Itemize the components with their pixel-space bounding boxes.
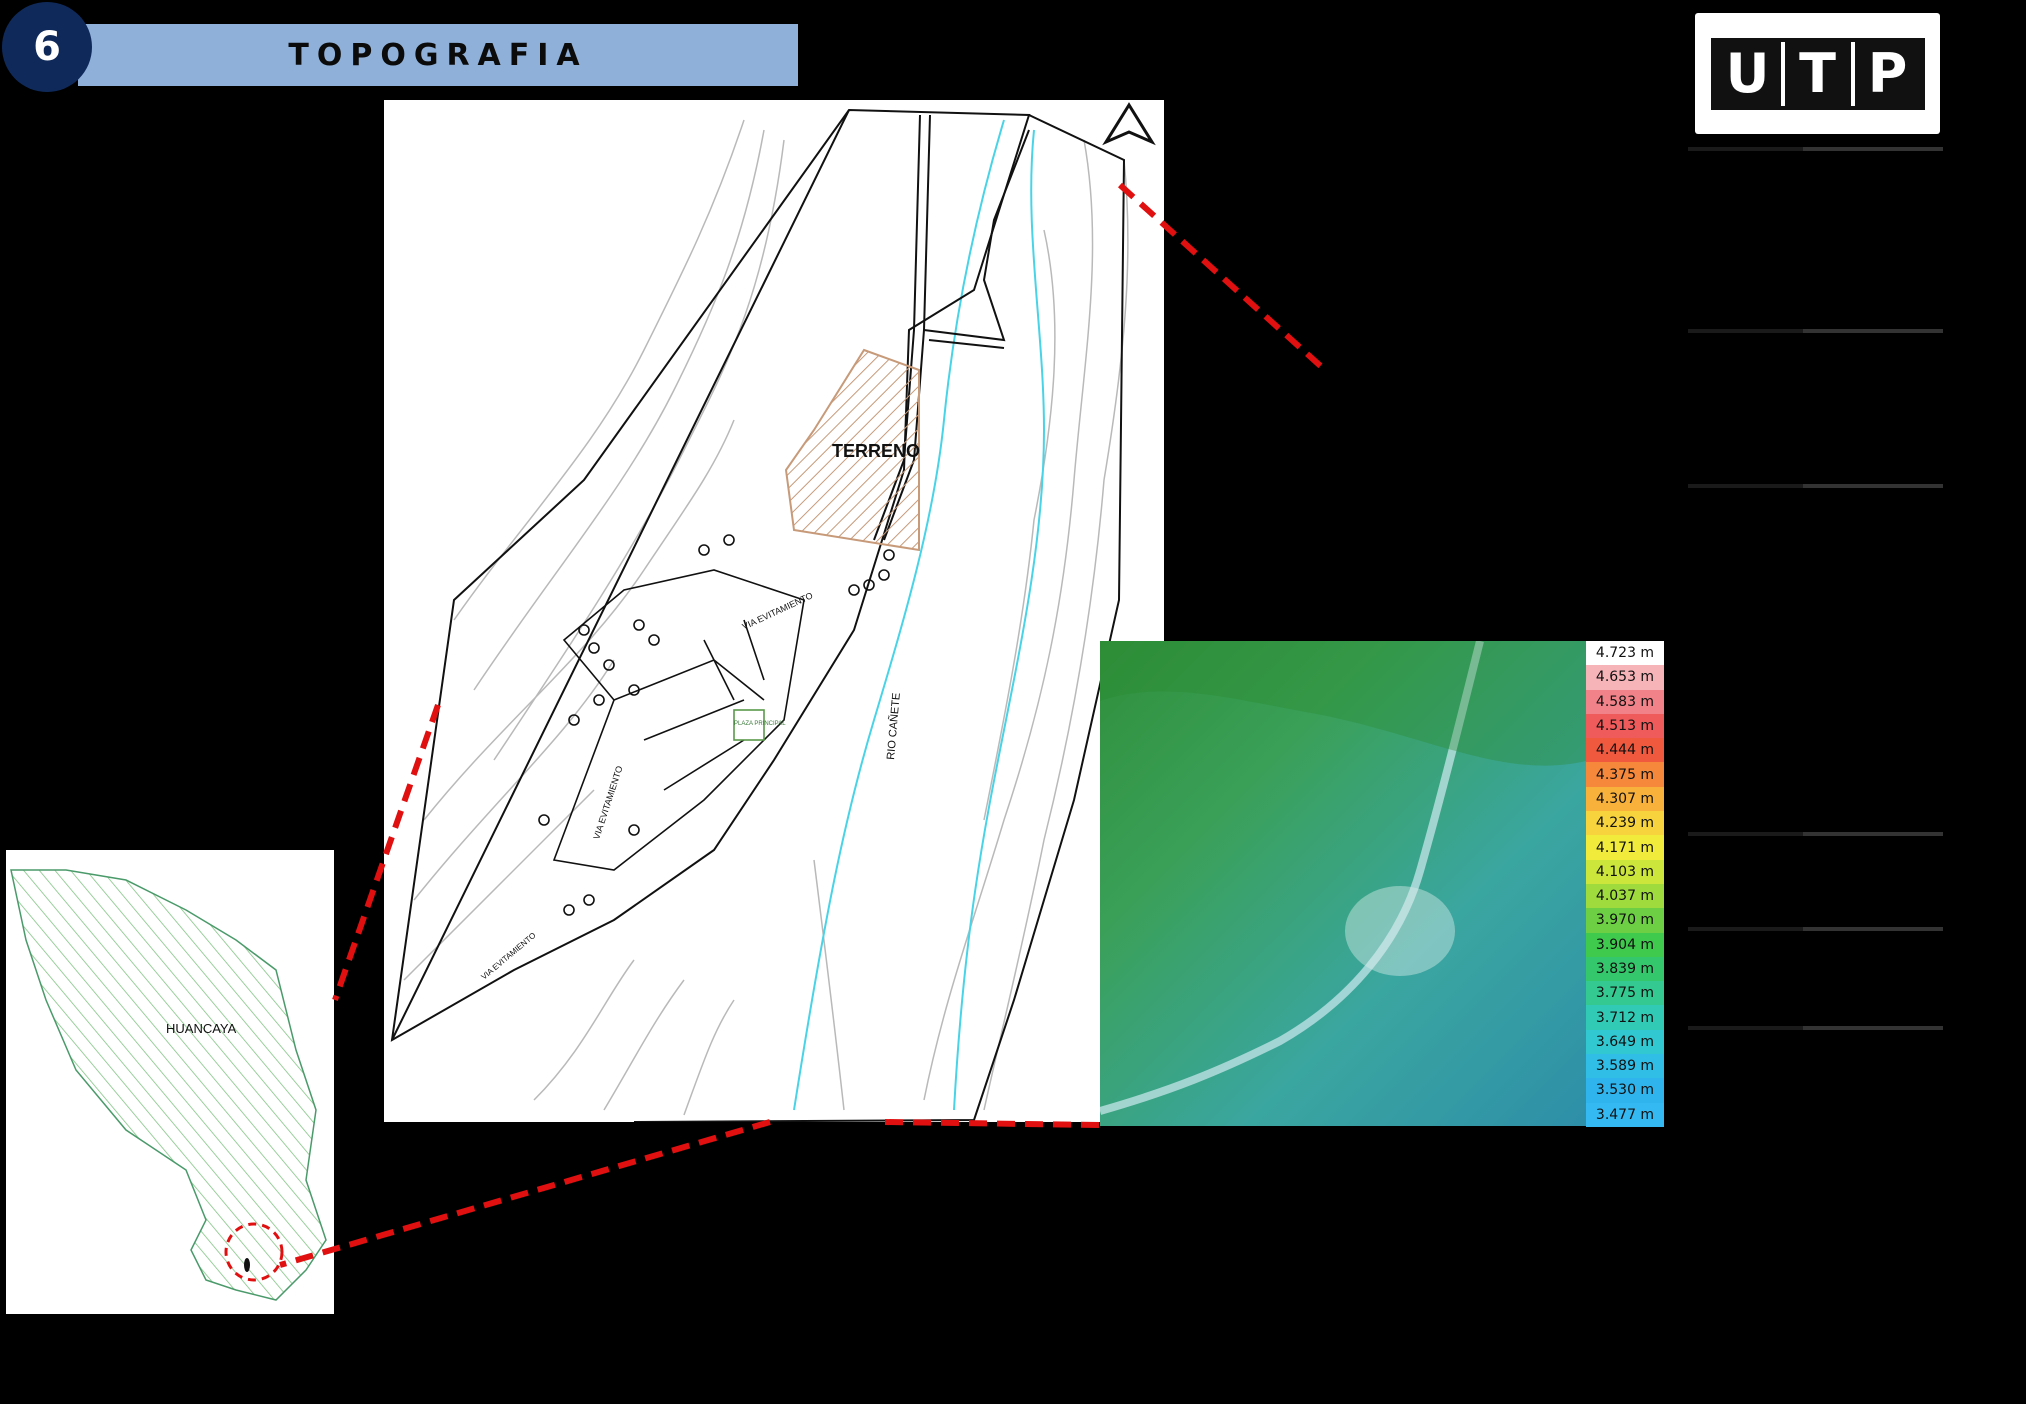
connector-line xyxy=(884,1119,1101,1128)
connector-line xyxy=(1117,182,1328,373)
connector-line xyxy=(279,1119,771,1268)
section-number: 6 xyxy=(33,24,61,70)
connector-line xyxy=(332,704,441,1001)
section-number-badge: 6 xyxy=(2,2,92,92)
callout-connectors xyxy=(279,182,1328,1268)
